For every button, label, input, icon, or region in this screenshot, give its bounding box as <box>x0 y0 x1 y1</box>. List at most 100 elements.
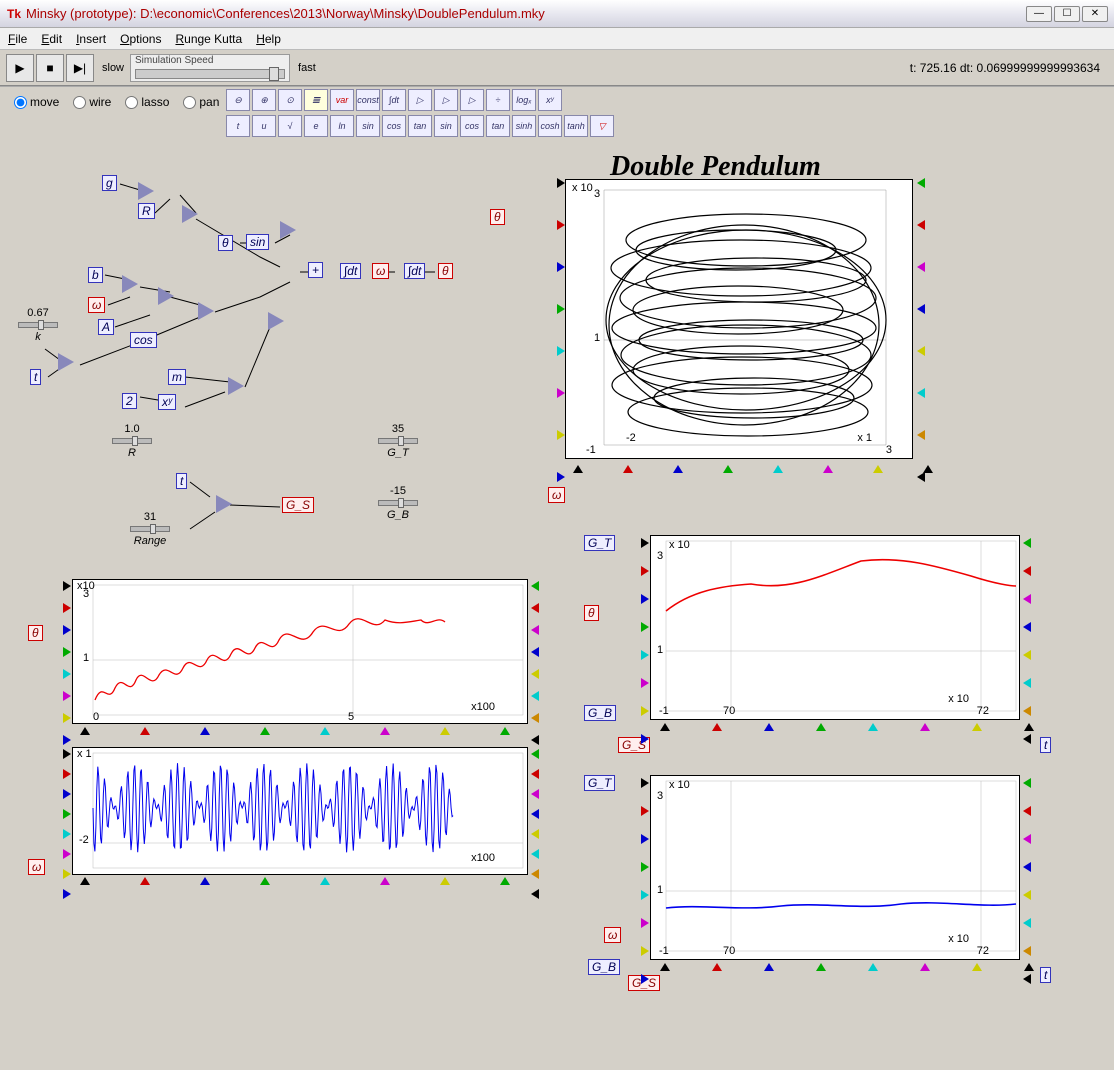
menu-edit[interactable]: Edit <box>41 32 62 46</box>
gt-theta-theta[interactable]: θ <box>584 605 599 621</box>
op-pow[interactable]: xʸ <box>158 395 176 409</box>
mode-lasso[interactable]: lasso <box>125 95 169 109</box>
var-theta-out[interactable]: θ <box>438 263 453 279</box>
op-minus3[interactable] <box>216 495 232 513</box>
var-omega[interactable]: ω <box>88 297 105 313</box>
const-icon[interactable]: const <box>356 89 380 111</box>
sub-op-icon[interactable]: ▷ <box>434 89 458 111</box>
op-int2[interactable]: ∫dt <box>404 263 425 279</box>
e-icon[interactable]: e <box>304 115 328 137</box>
menu-runge-kutta[interactable]: Runge Kutta <box>175 32 242 46</box>
op-mul5[interactable] <box>58 353 74 371</box>
omega-time-plot[interactable]: x 1 -2 x100 <box>72 747 528 875</box>
R-value: 1.0 <box>112 423 152 435</box>
omega-window-plot[interactable]: x 10 3 1 -1 70 x 10 72 <box>650 775 1020 960</box>
acos-icon[interactable]: cos <box>460 115 484 137</box>
sinh-icon[interactable]: sinh <box>512 115 536 137</box>
pow-op-icon[interactable]: xʸ <box>538 89 562 111</box>
menu-options[interactable]: Options <box>120 32 161 46</box>
theta-time-input[interactable]: θ <box>28 625 43 641</box>
mode-pan[interactable]: pan <box>183 95 219 109</box>
GB-slider[interactable]: -15 G_B <box>378 485 418 521</box>
plot-icon[interactable]: ▽ <box>590 115 614 137</box>
GT-slider[interactable]: 35 G_T <box>378 423 418 459</box>
play-button[interactable]: ▶ <box>6 54 34 82</box>
t-icon[interactable]: t <box>226 115 250 137</box>
tan-icon[interactable]: tan <box>408 115 432 137</box>
step-button[interactable]: ▶| <box>66 54 94 82</box>
stop-button[interactable]: ■ <box>36 54 64 82</box>
ln-icon[interactable]: ln <box>330 115 354 137</box>
var-b[interactable]: b <box>88 267 103 283</box>
var-t[interactable]: t <box>30 369 41 385</box>
gt-theta-gb[interactable]: G_B <box>584 705 616 721</box>
phase-input-omega[interactable]: ω <box>548 487 565 503</box>
R-slider[interactable]: 1.0 R <box>112 423 152 459</box>
zoom-reset-icon[interactable]: ⊙ <box>278 89 302 111</box>
var-m[interactable]: m <box>168 369 186 385</box>
gt-omega-t[interactable]: t <box>1040 967 1051 983</box>
op-div[interactable] <box>268 312 284 330</box>
mode-wire[interactable]: wire <box>73 95 111 109</box>
omega-time-input[interactable]: ω <box>28 859 45 875</box>
add-op-icon[interactable]: ▷ <box>408 89 432 111</box>
menu-help[interactable]: Help <box>256 32 281 46</box>
op-mul2[interactable] <box>280 221 296 239</box>
op-mul4[interactable] <box>198 302 214 320</box>
atan-icon[interactable]: tan <box>486 115 510 137</box>
var-A[interactable]: A <box>98 319 114 335</box>
mul-op-icon[interactable]: ▷ <box>460 89 484 111</box>
op-plus[interactable]: + <box>308 263 323 277</box>
var-t2[interactable]: t <box>176 473 187 489</box>
menu-file[interactable]: File <box>8 32 27 46</box>
k-slider[interactable]: 0.67 k <box>18 307 58 343</box>
maximize-button[interactable]: ☐ <box>1054 6 1080 22</box>
op-int1[interactable]: ∫dt <box>340 263 361 279</box>
status-readout: t: 725.16 dt: 0.06999999999993634 <box>910 61 1108 75</box>
integral-icon[interactable]: ∫dt <box>382 89 406 111</box>
phase-plot[interactable]: x 10 3 1 -1 -2 x 1 3 <box>565 179 913 459</box>
u-icon[interactable]: u <box>252 115 276 137</box>
op-mul3[interactable] <box>158 287 174 305</box>
op-minus2[interactable] <box>122 275 138 293</box>
Range-slider[interactable]: 31 Range <box>130 511 170 547</box>
theta-window-plot[interactable]: x 10 3 1 -1 70 x 10 72 <box>650 535 1020 720</box>
gt-omega-omega[interactable]: ω <box>604 927 621 943</box>
var-omega-out[interactable]: ω <box>372 263 389 279</box>
var-icon[interactable]: var <box>330 89 354 111</box>
sqrt-icon[interactable]: √ <box>278 115 302 137</box>
theta-time-plot[interactable]: x10 3 1 0 5 x100 <box>72 579 528 724</box>
cosh-icon[interactable]: cosh <box>538 115 562 137</box>
op-cos[interactable]: cos <box>130 333 157 347</box>
var-GS[interactable]: G_S <box>282 497 314 513</box>
gt-theta-t[interactable]: t <box>1040 737 1051 753</box>
minimize-button[interactable]: — <box>1026 6 1052 22</box>
div-op-icon[interactable]: ÷ <box>486 89 510 111</box>
x-left: -1 <box>586 444 596 456</box>
godley-icon[interactable]: 𝌆 <box>304 89 328 111</box>
menu-insert[interactable]: Insert <box>76 32 106 46</box>
zoom-out-icon[interactable]: ⊖ <box>226 89 250 111</box>
zoom-in-icon[interactable]: ⊕ <box>252 89 276 111</box>
var-theta-in[interactable]: θ <box>218 235 233 251</box>
gt-theta-gt[interactable]: G_T <box>584 535 615 551</box>
const-2[interactable]: 2 <box>122 393 137 409</box>
mode-move[interactable]: move <box>14 95 59 109</box>
close-button[interactable]: ✕ <box>1082 6 1108 22</box>
gt-omega-gb[interactable]: G_B <box>588 959 620 975</box>
sin-icon[interactable]: sin <box>356 115 380 137</box>
op-mul6[interactable] <box>228 377 244 395</box>
op-mul[interactable] <box>182 205 198 223</box>
canvas-area[interactable]: move wire lasso pan ⊖ ⊕ ⊙ 𝌆 var const ∫d… <box>0 86 1114 1070</box>
asin-icon[interactable]: sin <box>434 115 458 137</box>
tanh-icon[interactable]: tanh <box>564 115 588 137</box>
speed-slider[interactable]: Simulation Speed <box>130 54 290 82</box>
log-op-icon[interactable]: logₓ <box>512 89 536 111</box>
op-sin[interactable]: sin <box>246 235 269 249</box>
phase-input-theta[interactable]: θ <box>490 209 505 225</box>
op-minus[interactable] <box>138 182 154 200</box>
cos-icon[interactable]: cos <box>382 115 406 137</box>
var-g[interactable]: g <box>102 175 117 191</box>
gt-omega-gt[interactable]: G_T <box>584 775 615 791</box>
var-R[interactable]: R <box>138 203 155 219</box>
